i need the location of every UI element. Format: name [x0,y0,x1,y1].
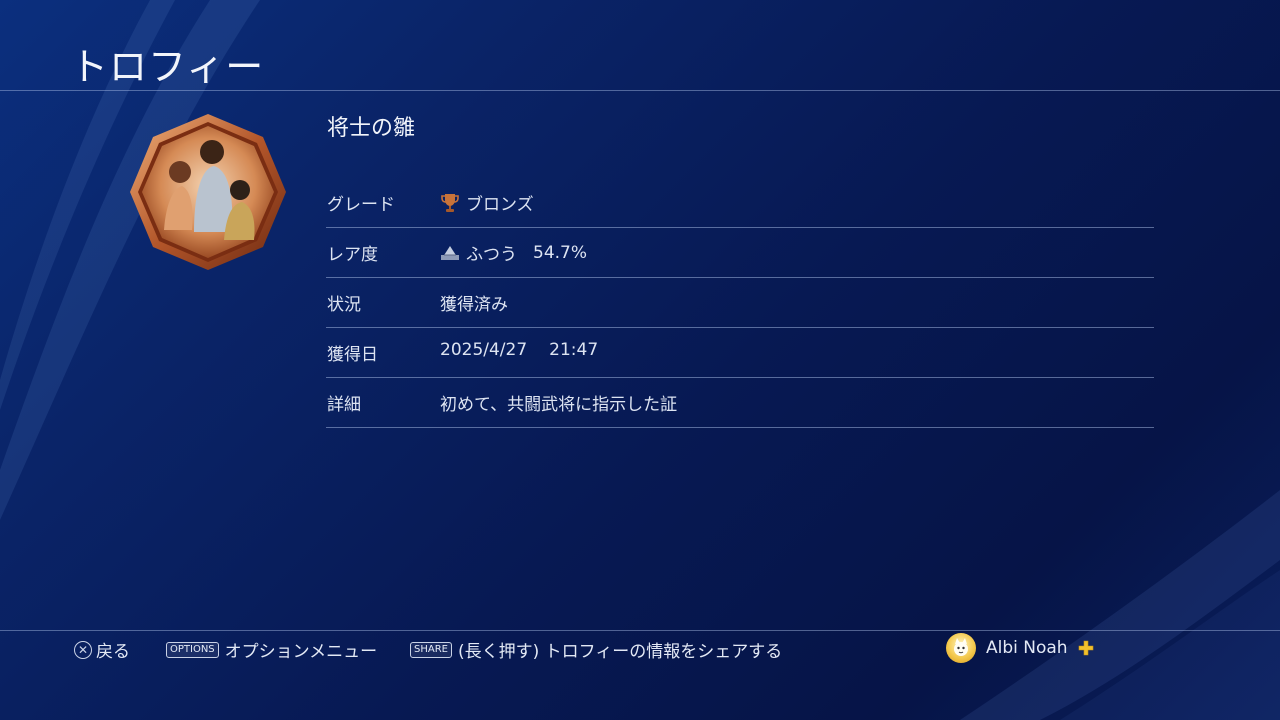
detail-row-rarity: レア度 ふつう 54.7% [326,228,1154,278]
ps-plus-icon [1078,640,1094,656]
footer-bar: ✕ 戻る OPTIONS オプションメニュー SHARE (長く押す) トロフィ… [0,633,1280,664]
rarity-value: ふつう [466,245,517,265]
avatar [946,633,976,663]
bronze-trophy-icon [440,193,460,213]
options-menu-button[interactable]: OPTIONS オプションメニュー [166,637,377,662]
rarity-percentage: 54.7% [533,242,588,263]
trophy-image [130,114,286,270]
description-label: 詳細 [327,395,361,415]
back-button[interactable]: ✕ 戻る [74,637,130,662]
grade-label: グレード [327,195,395,215]
status-value: 獲得済み [440,295,508,315]
user-profile[interactable]: Albi Noah [946,633,1094,663]
earned-date-container: 2025/4/27 21:47 [440,340,598,360]
status-label: 状況 [327,295,361,315]
description-value: 初めて、共闘武将に指示した証 [440,395,678,415]
page-title: トロフィー [70,45,265,89]
rarity-label: レア度 [327,245,378,265]
rarity-value-container: ふつう 54.7% [440,240,587,265]
detail-row-status: 状況 獲得済み [326,278,1154,328]
rarity-pyramid-icon [440,243,460,263]
detail-row-description: 詳細 初めて、共闘武将に指示した証 [326,378,1154,428]
trophy-name: 将士の雛 [327,116,416,141]
earned-date: 2025/4/27 [440,340,528,360]
earned-time: 21:47 [549,340,599,360]
share-key-icon: SHARE [410,641,452,658]
footer-divider [0,630,1280,631]
grade-value: ブロンズ [466,195,534,215]
options-label: オプションメニュー [224,642,378,662]
grade-value-container: ブロンズ [440,190,534,215]
header-divider [0,90,1280,91]
share-button[interactable]: SHARE (長く押す) トロフィーの情報をシェアする [410,637,782,662]
user-name: Albi Noah [986,638,1068,658]
options-key-icon: OPTIONS [166,641,219,658]
detail-row-earned-date: 獲得日 2025/4/27 21:47 [326,328,1154,378]
share-label: (長く押す) トロフィーの情報をシェアする [457,642,783,662]
cross-button-icon: ✕ [74,640,92,659]
detail-row-grade: グレード ブロンズ [326,178,1154,228]
trophy-details-table: グレード ブロンズ レア度 ふつう 54.7% 状況 獲得済み 獲得日 2025… [326,178,1154,428]
back-label: 戻る [96,642,130,662]
earned-date-label: 獲得日 [327,345,378,365]
